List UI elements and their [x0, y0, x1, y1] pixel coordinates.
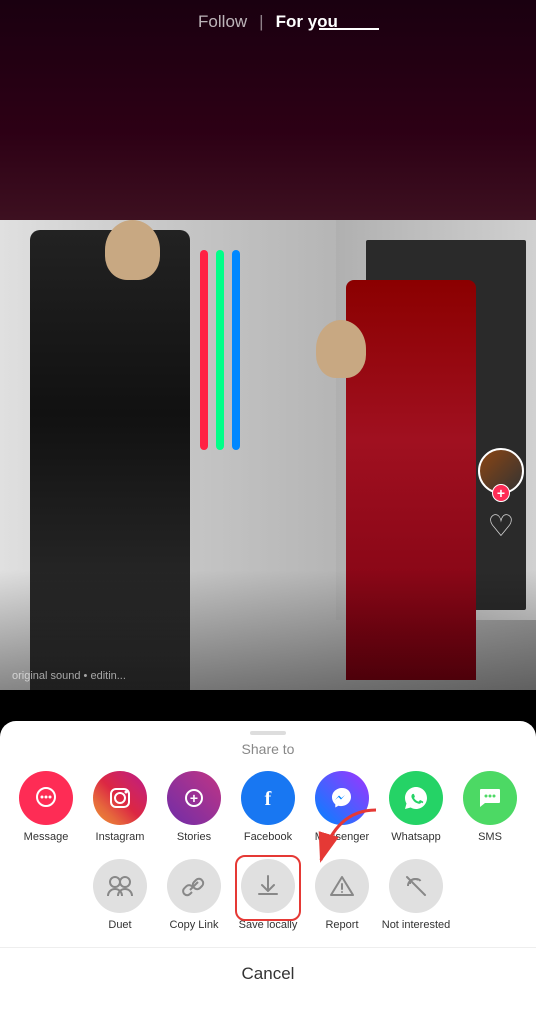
follow-tab[interactable]: Follow: [198, 12, 247, 32]
share-facebook[interactable]: f Facebook: [231, 767, 305, 847]
share-message[interactable]: Message: [9, 767, 83, 847]
message-icon: [19, 771, 73, 825]
duet-icon: [93, 859, 147, 913]
copy-link-label: Copy Link: [170, 919, 219, 931]
person-left-head: [105, 220, 160, 280]
svg-text:+: +: [190, 790, 198, 806]
share-duet[interactable]: Duet: [83, 855, 157, 935]
copy-link-icon: [167, 859, 221, 913]
rgb-bar-red: [200, 250, 208, 450]
facebook-label: Facebook: [244, 831, 292, 843]
share-whatsapp[interactable]: Whatsapp: [379, 767, 453, 847]
instagram-label: Instagram: [96, 831, 145, 843]
video-info: original sound • editin...: [12, 666, 476, 684]
not-interested-label: Not interested: [382, 919, 450, 931]
video-frame[interactable]: [0, 220, 536, 690]
share-sms[interactable]: SMS: [453, 767, 527, 847]
video-info-text: original sound • editin...: [12, 670, 126, 682]
person-right-head: [316, 320, 366, 378]
like-button[interactable]: ♡: [483, 508, 519, 544]
sheet-handle: [250, 731, 286, 735]
share-to-label: Share to: [0, 741, 536, 767]
stories-icon: +: [167, 771, 221, 825]
red-arrow: [306, 805, 386, 880]
stories-label: Stories: [177, 831, 211, 843]
share-stories[interactable]: + Stories: [157, 767, 231, 847]
share-copy-link[interactable]: Copy Link: [157, 855, 231, 935]
share-row-1: Message Instagram + Stories: [0, 767, 536, 855]
rgb-bar-green: [216, 250, 224, 450]
right-controls: + ♡: [478, 448, 524, 544]
save-locally-label: Save locally: [239, 919, 298, 931]
bottom-sheet: Share to Message: [0, 721, 536, 1024]
avatar-plus-icon[interactable]: +: [492, 484, 510, 502]
cancel-area: Cancel: [0, 947, 536, 1004]
tab-underline: [319, 28, 379, 30]
message-label: Message: [24, 831, 69, 843]
sheet-handle-row: [0, 721, 536, 741]
svg-text:f: f: [265, 788, 272, 810]
save-locally-icon: [241, 859, 295, 913]
duet-label: Duet: [108, 919, 131, 931]
avatar-container[interactable]: +: [478, 448, 524, 494]
share-row-2: Duet Copy Link Save locally: [0, 855, 536, 947]
not-interested-icon: [389, 859, 443, 913]
header-divider: |: [259, 12, 263, 32]
report-label: Report: [325, 919, 358, 931]
share-save-locally[interactable]: Save locally: [231, 855, 305, 935]
facebook-icon: f: [241, 771, 295, 825]
whatsapp-label: Whatsapp: [391, 831, 441, 843]
sms-icon: [463, 771, 517, 825]
header: Follow | For you: [0, 0, 536, 44]
rgb-strip: [200, 250, 240, 450]
share-not-interested[interactable]: Not interested: [379, 855, 453, 935]
cancel-button[interactable]: Cancel: [0, 964, 536, 984]
share-instagram[interactable]: Instagram: [83, 767, 157, 847]
instagram-icon: [93, 771, 147, 825]
sms-label: SMS: [478, 831, 502, 843]
whatsapp-icon: [389, 771, 443, 825]
safe-area: [0, 1004, 536, 1024]
rgb-bar-blue: [232, 250, 240, 450]
heart-icon: ♡: [488, 509, 515, 544]
